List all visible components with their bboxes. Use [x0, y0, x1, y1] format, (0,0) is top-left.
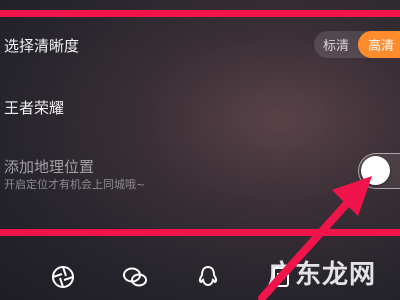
quality-selector[interactable]: 标清 高清 [314, 31, 400, 58]
quality-option-high[interactable]: 高清 [358, 31, 400, 58]
toggle-knob[interactable] [361, 156, 390, 185]
location-toggle[interactable] [358, 153, 400, 189]
quality-option-standard[interactable]: 标清 [314, 31, 358, 58]
camera-shutter-icon[interactable] [50, 264, 76, 290]
watermark: 广东龙网 [268, 260, 377, 290]
location-label: 添加地理位置 [4, 158, 95, 176]
quality-label: 选择清晰度 [4, 37, 80, 55]
highlight-bar-bottom [0, 229, 400, 236]
wechat-icon[interactable] [122, 264, 148, 290]
game-label[interactable]: 王者荣耀 [4, 97, 64, 118]
qq-icon[interactable] [195, 264, 221, 290]
location-hint: 开启定位才有机会上同城哦~ [4, 178, 146, 191]
highlight-bar-top [0, 10, 400, 17]
